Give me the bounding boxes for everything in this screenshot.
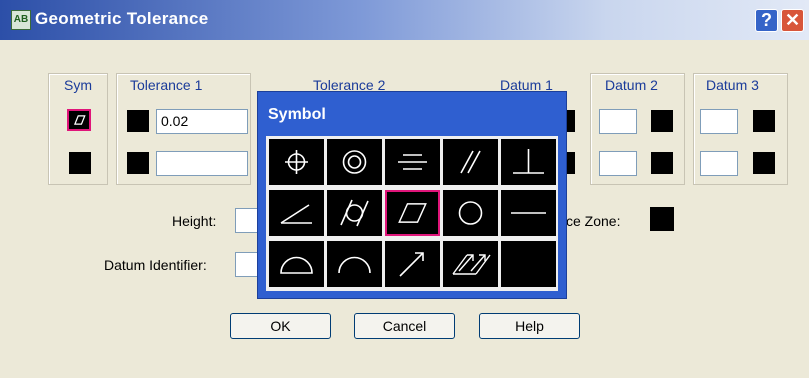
datum-2-material-1[interactable] bbox=[651, 110, 673, 132]
tolerance-1-value-2[interactable] bbox=[156, 151, 248, 176]
symbol-grid bbox=[266, 136, 558, 291]
cancel-button[interactable]: Cancel bbox=[354, 313, 455, 339]
datum-3-input-1[interactable] bbox=[700, 109, 738, 134]
height-label: Height: bbox=[172, 213, 217, 229]
ok-button[interactable]: OK bbox=[230, 313, 331, 339]
circularity-icon[interactable] bbox=[443, 190, 498, 236]
datum-3-label: Datum 3 bbox=[706, 77, 759, 93]
tolerance-1-value-1[interactable]: 0.02 bbox=[156, 109, 248, 134]
total-runout-icon[interactable] bbox=[443, 241, 498, 287]
no-symbol-cell[interactable] bbox=[501, 241, 556, 287]
sym-slot-2[interactable] bbox=[69, 152, 91, 174]
datum-2-material-2[interactable] bbox=[651, 152, 673, 174]
sym-slot-1[interactable] bbox=[67, 109, 91, 131]
datum-3-input-2[interactable] bbox=[700, 151, 738, 176]
concentricity-icon[interactable] bbox=[327, 139, 382, 185]
datum-3-material-2[interactable] bbox=[753, 152, 775, 174]
geometric-tolerance-dialog: AB Geometric Tolerance ? ✕ Sym Tolerance… bbox=[0, 0, 809, 378]
symbol-popup: Symbol bbox=[257, 91, 567, 299]
tolerance-1-dia-1[interactable] bbox=[127, 110, 149, 132]
cylindricity-icon[interactable] bbox=[327, 190, 382, 236]
datum-2-input-1[interactable] bbox=[599, 109, 637, 134]
datum-identifier-label: Datum Identifier: bbox=[104, 257, 207, 273]
symmetry-icon[interactable] bbox=[385, 139, 440, 185]
flatness-icon[interactable] bbox=[385, 190, 440, 236]
profile-of-surface-icon[interactable] bbox=[269, 241, 324, 287]
window-title: Geometric Tolerance bbox=[35, 9, 209, 28]
help-icon[interactable]: ? bbox=[755, 9, 778, 32]
popup-title: Symbol bbox=[268, 106, 326, 123]
sym-label: Sym bbox=[64, 77, 92, 93]
projected-zone-toggle[interactable] bbox=[650, 207, 674, 231]
position-icon[interactable] bbox=[269, 139, 324, 185]
perpendicularity-icon[interactable] bbox=[501, 139, 556, 185]
help-button[interactable]: Help bbox=[479, 313, 580, 339]
profile-of-line-icon[interactable] bbox=[327, 241, 382, 287]
datum-3-material-1[interactable] bbox=[753, 110, 775, 132]
tolerance-1-dia-2[interactable] bbox=[127, 152, 149, 174]
straightness-icon[interactable] bbox=[501, 190, 556, 236]
projected-zone-label: ce Zone: bbox=[566, 213, 621, 229]
datum-2-input-2[interactable] bbox=[599, 151, 637, 176]
datum-2-label: Datum 2 bbox=[605, 77, 658, 93]
parallelism-icon[interactable] bbox=[443, 139, 498, 185]
angularity-icon[interactable] bbox=[269, 190, 324, 236]
title-bar[interactable]: AB Geometric Tolerance ? ✕ bbox=[0, 0, 809, 40]
app-icon: AB bbox=[11, 10, 31, 30]
close-icon[interactable]: ✕ bbox=[781, 9, 804, 32]
tolerance-1-label: Tolerance 1 bbox=[130, 77, 203, 93]
circular-runout-icon[interactable] bbox=[385, 241, 440, 287]
